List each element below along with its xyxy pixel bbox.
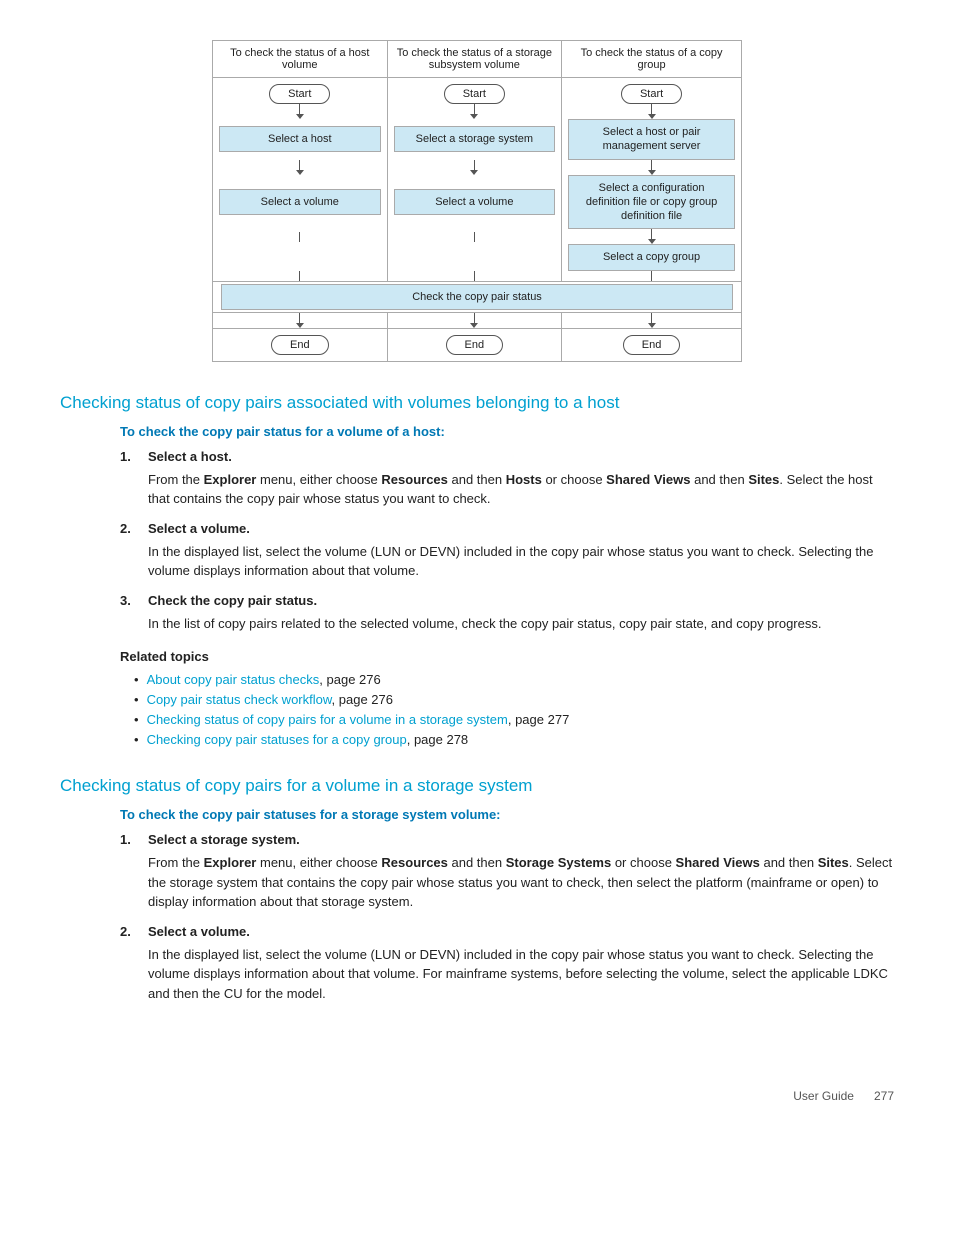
step-3: 3. Check the copy pair status. In the li… — [120, 593, 894, 634]
bullet-4: • — [134, 732, 139, 747]
fc-col2-start: Start — [387, 78, 562, 105]
fc-col3-start: Start — [562, 78, 742, 105]
related-link-1[interactable]: About copy pair status checks — [147, 672, 320, 687]
fc-status-bar: Check the copy pair status — [213, 281, 742, 312]
bullet-2: • — [134, 692, 139, 707]
fc-arrow3d — [562, 271, 742, 282]
fc-arrow1c — [213, 229, 388, 244]
section1-steps: 1. Select a host. From the Explorer menu… — [120, 449, 894, 634]
s2-step-2-content: Select a volume. In the displayed list, … — [148, 924, 894, 1004]
fc-arrow3b — [562, 160, 742, 175]
step-2: 2. Select a volume. In the displayed lis… — [120, 521, 894, 581]
fc-col2-end: End — [387, 328, 562, 361]
related-page-1: , page 276 — [319, 672, 380, 687]
fc-col2-header: To check the status of a storage subsyst… — [387, 41, 562, 78]
related-topic-1: • About copy pair status checks, page 27… — [134, 672, 894, 687]
related-link-2[interactable]: Copy pair status check workflow — [147, 692, 332, 707]
step-2-detail: In the displayed list, select the volume… — [148, 542, 894, 581]
s2-step-1-title: Select a storage system. — [148, 832, 300, 847]
bullet-1: • — [134, 672, 139, 687]
s2-step-2-title: Select a volume. — [148, 924, 250, 939]
related-topic-2: • Copy pair status check workflow, page … — [134, 692, 894, 707]
s2-step-1: 1. Select a storage system. From the Exp… — [120, 832, 894, 912]
section1-heading: Checking status of copy pairs associated… — [60, 392, 894, 414]
related-link-4[interactable]: Checking copy pair statuses for a copy g… — [147, 732, 407, 747]
section1-subheading: To check the copy pair status for a volu… — [120, 424, 894, 439]
fc-arrow2c — [387, 229, 562, 244]
fc-col1-start: Start — [213, 78, 388, 105]
s2-step-1-detail: From the Explorer menu, either choose Re… — [148, 853, 894, 912]
fc-col3-end: End — [562, 328, 742, 361]
fc-arrow1 — [213, 104, 388, 119]
related-topic-4: • Checking copy pair statuses for a copy… — [134, 732, 894, 747]
fc-col2-step1: Select a storage system — [387, 119, 562, 160]
fc-col1-header: To check the status of a host volume — [213, 41, 388, 78]
fc-arrow1b — [213, 160, 388, 175]
step-2-content: Select a volume. In the displayed list, … — [148, 521, 894, 581]
fc-arrow3 — [562, 104, 742, 119]
fc-col3-step1: Select a host or pair management server — [562, 119, 742, 160]
step-2-title: Select a volume. — [148, 521, 250, 536]
footer-page: 277 — [874, 1089, 894, 1103]
s2-step-1-content: Select a storage system. From the Explor… — [148, 832, 894, 912]
fc-arrow2b — [387, 160, 562, 175]
fc-arrow2d — [387, 271, 562, 282]
s2-step-2-detail: In the displayed list, select the volume… — [148, 945, 894, 1004]
related-page-4: , page 278 — [407, 732, 468, 747]
fc-col3-step2: Select a configuration definition file o… — [562, 175, 742, 230]
section2-subheading: To check the copy pair statuses for a st… — [120, 807, 894, 822]
page-footer: User Guide 277 — [793, 1089, 894, 1103]
s2-step-2-num: 2. — [120, 924, 140, 939]
step-1-content: Select a host. From the Explorer menu, e… — [148, 449, 894, 509]
section2-heading: Checking status of copy pairs for a volu… — [60, 775, 894, 797]
fc-arrow3c — [562, 229, 742, 244]
step-3-num: 3. — [120, 593, 140, 608]
related-link-3[interactable]: Checking status of copy pairs for a volu… — [147, 712, 508, 727]
related-topics-heading: Related topics — [120, 649, 894, 664]
step-1-title: Select a host. — [148, 449, 232, 464]
fc-col3-step3-empty2 — [387, 244, 562, 270]
step-3-content: Check the copy pair status. In the list … — [148, 593, 894, 634]
bullet-3: • — [134, 712, 139, 727]
fc-col3-header: To check the status of a copy group — [562, 41, 742, 78]
flowchart: To check the status of a host volume To … — [60, 40, 894, 362]
step-3-detail: In the list of copy pairs related to the… — [148, 614, 894, 634]
related-topics-list: • About copy pair status checks, page 27… — [134, 672, 894, 747]
fc-arrow2 — [387, 104, 562, 119]
fc-arrow1e — [213, 312, 388, 328]
section2-steps: 1. Select a storage system. From the Exp… — [120, 832, 894, 1003]
fc-col1-end: End — [213, 328, 388, 361]
fc-col2-step2: Select a volume — [387, 175, 562, 230]
fc-col1-step1: Select a host — [213, 119, 388, 160]
step-1-detail: From the Explorer menu, either choose Re… — [148, 470, 894, 509]
s2-step-1-num: 1. — [120, 832, 140, 847]
related-page-3: , page 277 — [508, 712, 569, 727]
fc-arrow2e — [387, 312, 562, 328]
step-1-num: 1. — [120, 449, 140, 464]
footer-label: User Guide — [793, 1089, 854, 1103]
related-topic-3: • Checking status of copy pairs for a vo… — [134, 712, 894, 727]
fc-col3-step3-empty1 — [213, 244, 388, 270]
s2-step-2: 2. Select a volume. In the displayed lis… — [120, 924, 894, 1004]
step-1: 1. Select a host. From the Explorer menu… — [120, 449, 894, 509]
related-page-2: , page 276 — [332, 692, 393, 707]
step-2-num: 2. — [120, 521, 140, 536]
fc-arrow3e — [562, 312, 742, 328]
fc-col3-step3: Select a copy group — [562, 244, 742, 270]
step-3-title: Check the copy pair status. — [148, 593, 317, 608]
fc-col1-step2: Select a volume — [213, 175, 388, 230]
fc-arrow1d — [213, 271, 388, 282]
